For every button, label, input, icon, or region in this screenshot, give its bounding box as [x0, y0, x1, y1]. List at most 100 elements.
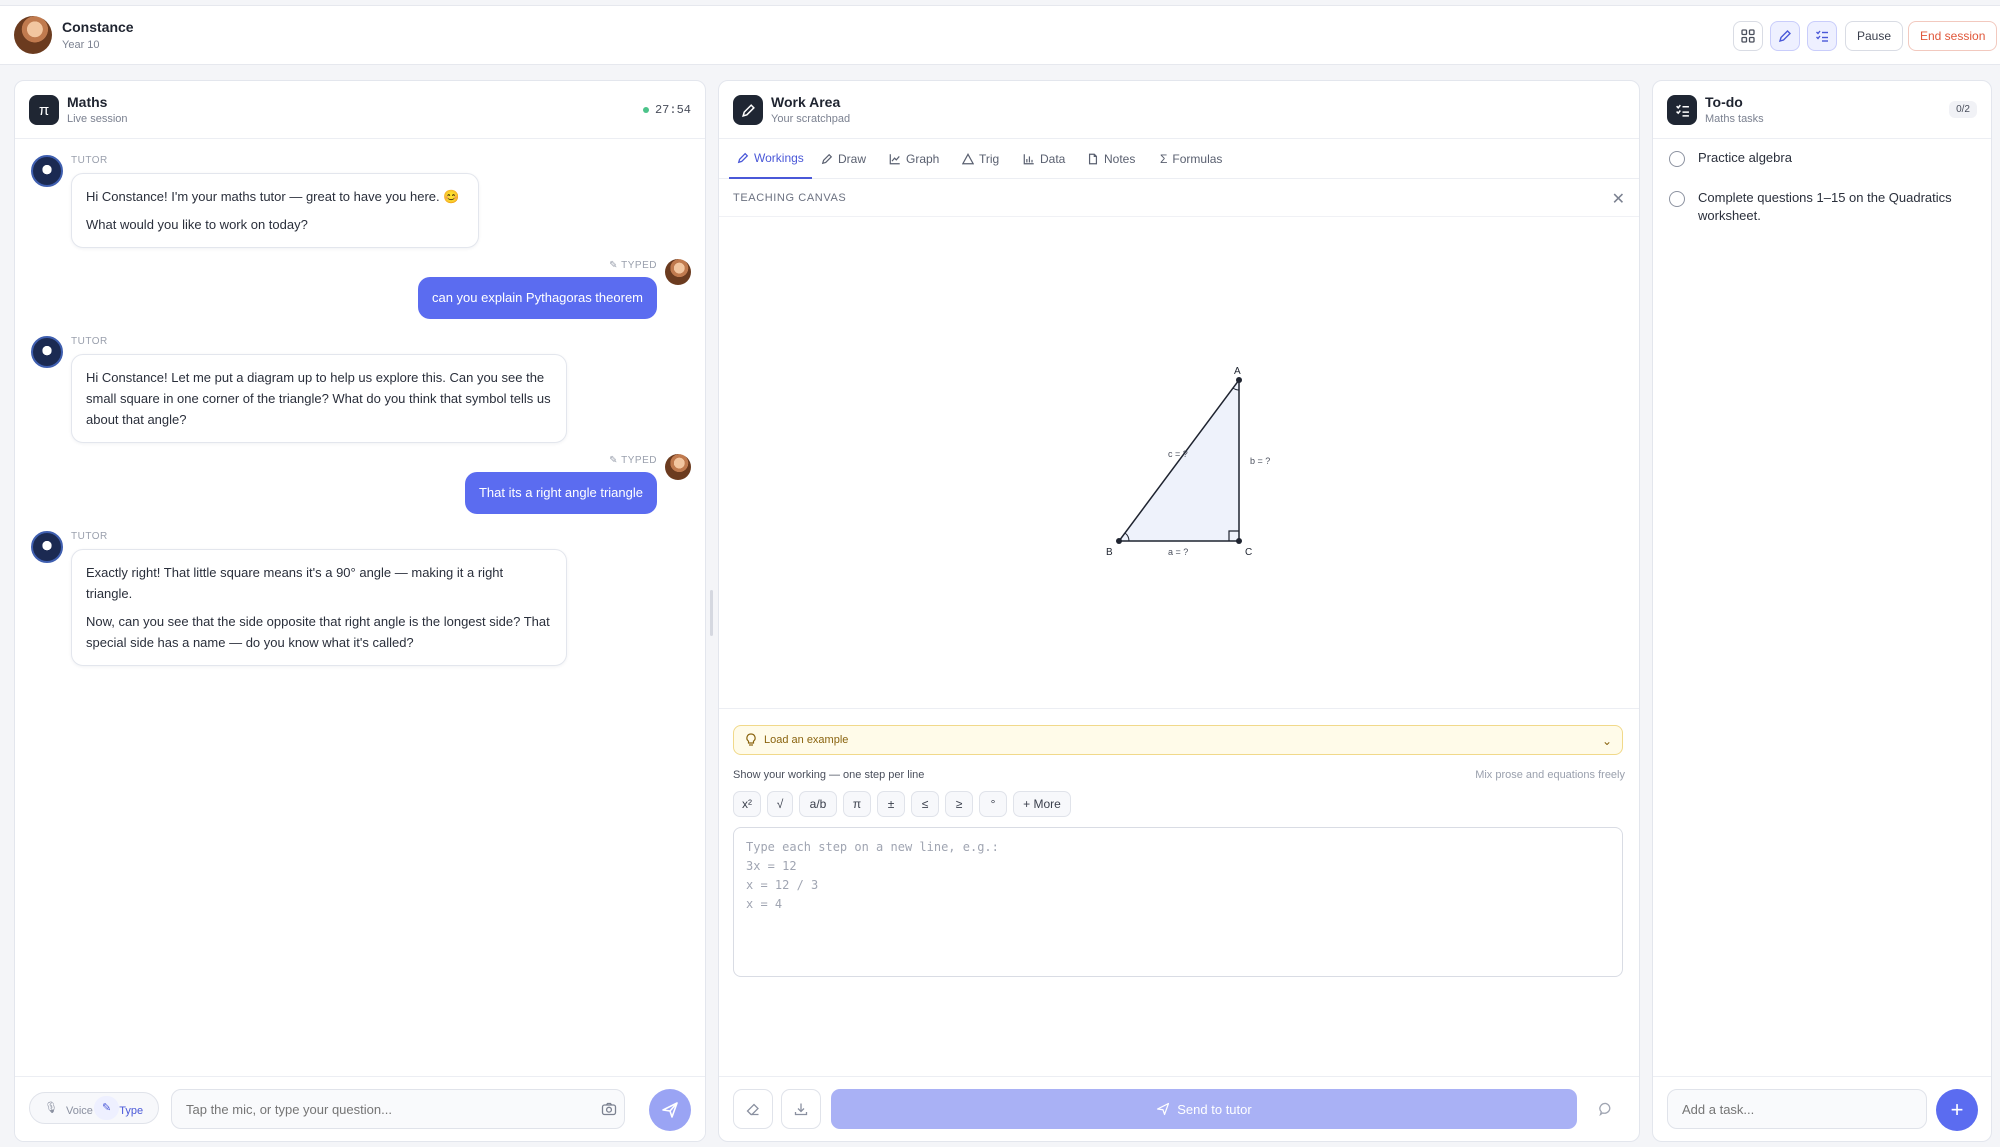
- clear-button[interactable]: [733, 1089, 773, 1129]
- pencil-icon: [733, 95, 763, 125]
- symbol-button-pi[interactable]: π: [843, 791, 871, 817]
- pen-icon: [821, 153, 833, 165]
- todo-title: To-do: [1705, 94, 1743, 110]
- panel-resize-handle[interactable]: [710, 590, 713, 636]
- work-area-subtitle: Your scratchpad: [771, 113, 851, 125]
- send-icon: [1157, 1102, 1170, 1116]
- todo-checkbox[interactable]: [1669, 191, 1685, 207]
- bar-chart-icon: [1023, 154, 1034, 165]
- input-mode-toggle: 🎙 Voice ✎ Type: [29, 1092, 159, 1124]
- triangle-diagram: A B C a = ? b = ? c = ?: [1106, 366, 1270, 558]
- user-message: That its a right angle triangle: [464, 472, 657, 514]
- add-task-button[interactable]: +: [1936, 1089, 1978, 1131]
- symbol-button-gte[interactable]: ≥: [945, 791, 973, 817]
- workings-input[interactable]: Type each step on a new line, e.g.: 3x =…: [733, 827, 1623, 977]
- work-area-title: Work Area: [771, 94, 841, 110]
- teaching-canvas[interactable]: A B C a = ? b = ? c = ?: [719, 217, 1639, 709]
- pause-button[interactable]: Pause: [1845, 21, 1904, 51]
- vertex-c-point: [1236, 538, 1242, 544]
- side-b-label: b = ?: [1250, 456, 1270, 466]
- eraser-icon: [746, 1103, 759, 1116]
- sigma-icon: Σ: [1160, 152, 1168, 166]
- tab-data[interactable]: Data: [1023, 139, 1065, 179]
- load-example-dropdown[interactable]: Load an example ⌄: [733, 725, 1623, 755]
- side-c-label: c = ?: [1168, 449, 1188, 459]
- tutor-avatar: [31, 155, 63, 187]
- vertex-b-label: B: [1106, 547, 1113, 558]
- symbol-button-sqrt[interactable]: √: [767, 791, 793, 817]
- lightbulb-icon: [746, 733, 756, 746]
- user-message: can you explain Pythagoras theorem: [417, 277, 657, 319]
- end-session-button[interactable]: End session: [1908, 21, 1998, 51]
- type-mode-button[interactable]: ✎ Type: [94, 1096, 143, 1120]
- top-bar: Constance Year 10 Pause End session: [0, 5, 2000, 65]
- tutor-label: TUTOR: [71, 336, 108, 347]
- pi-icon: π: [29, 95, 59, 125]
- camera-icon[interactable]: [601, 1101, 617, 1117]
- chat-panel: π Maths Live session 27:54 TUTOR Hi Cons…: [14, 80, 706, 1142]
- symbol-button-square[interactable]: x²: [733, 791, 761, 817]
- tutor-message: Exactly right! That little square means …: [71, 549, 567, 666]
- tutor-message: Hi Constance! Let me put a diagram up to…: [71, 354, 567, 443]
- pencil-icon: [1778, 30, 1791, 43]
- vertex-a-label: A: [1234, 366, 1241, 377]
- send-to-tutor-button[interactable]: Send to tutor: [831, 1089, 1577, 1129]
- grid-view-button[interactable]: [1733, 21, 1763, 51]
- side-a-label: a = ?: [1168, 547, 1188, 557]
- todo-toggle-button[interactable]: [1807, 21, 1837, 51]
- live-dot-icon: [642, 106, 649, 113]
- canvas-header: TEACHING CANVAS ✕: [719, 179, 1639, 217]
- tutor-avatar: [31, 336, 63, 368]
- symbol-button-plus-minus[interactable]: ±: [877, 791, 905, 817]
- triangle-shape: [1117, 377, 1240, 542]
- working-instruction: Show your working — one step per line: [733, 769, 925, 781]
- user-name: Constance: [62, 19, 134, 35]
- symbol-button-lte[interactable]: ≤: [911, 791, 939, 817]
- voice-mode-button[interactable]: 🎙 Voice: [36, 1096, 93, 1120]
- todo-checkbox[interactable]: [1669, 151, 1685, 167]
- session-timer: 27:54: [642, 103, 691, 117]
- checklist-icon: [1816, 30, 1828, 42]
- pencil-icon: [737, 152, 749, 164]
- send-message-button[interactable]: [649, 1089, 691, 1131]
- user-year: Year 10: [62, 39, 100, 51]
- plus-icon: +: [1950, 1097, 1964, 1122]
- line-chart-icon: [889, 154, 900, 165]
- user-avatar[interactable]: [14, 16, 52, 54]
- chat-input[interactable]: [171, 1089, 625, 1129]
- work-area-panel: Work Area Your scratchpad Workings Draw …: [718, 80, 1640, 1142]
- checklist-icon: [1667, 95, 1697, 125]
- grid-icon: [1741, 29, 1755, 43]
- chat-subtitle: Live session: [67, 113, 128, 125]
- vertex-a-point: [1236, 377, 1242, 383]
- symbol-button-degree[interactable]: °: [979, 791, 1007, 817]
- user-message-avatar: [665, 454, 691, 480]
- canvas-title: TEACHING CANVAS: [733, 192, 847, 204]
- tab-workings[interactable]: Workings: [729, 139, 812, 179]
- vertex-b-point: [1116, 538, 1122, 544]
- chat-bubble-icon: [1599, 1102, 1611, 1116]
- work-area-toggle-button[interactable]: [1770, 21, 1800, 51]
- chat-header: π Maths Live session 27:54: [15, 81, 705, 139]
- todo-footer: +: [1653, 1076, 1991, 1141]
- working-hint: Mix prose and equations freely: [1475, 769, 1625, 781]
- comment-button[interactable]: [1586, 1089, 1626, 1129]
- tab-notes[interactable]: Notes: [1087, 139, 1135, 179]
- todo-subtitle: Maths tasks: [1705, 113, 1764, 125]
- tab-formulas[interactable]: Σ Formulas: [1160, 139, 1222, 179]
- add-task-input[interactable]: [1667, 1089, 1927, 1129]
- vertex-c-label: C: [1245, 547, 1252, 558]
- send-icon: [662, 1102, 678, 1118]
- tab-draw[interactable]: Draw: [821, 139, 866, 179]
- tab-trig[interactable]: Trig: [962, 139, 999, 179]
- work-area-footer: Send to tutor: [719, 1076, 1639, 1141]
- download-button[interactable]: [781, 1089, 821, 1129]
- symbol-button-fraction[interactable]: a/b: [799, 791, 837, 817]
- tutor-avatar: [31, 531, 63, 563]
- more-symbols-button[interactable]: + More: [1013, 791, 1071, 817]
- user-message-avatar: [665, 259, 691, 285]
- tab-graph[interactable]: Graph: [889, 139, 939, 179]
- close-icon[interactable]: ✕: [1612, 189, 1625, 209]
- tutor-label: TUTOR: [71, 155, 108, 166]
- tutor-label: TUTOR: [71, 531, 108, 542]
